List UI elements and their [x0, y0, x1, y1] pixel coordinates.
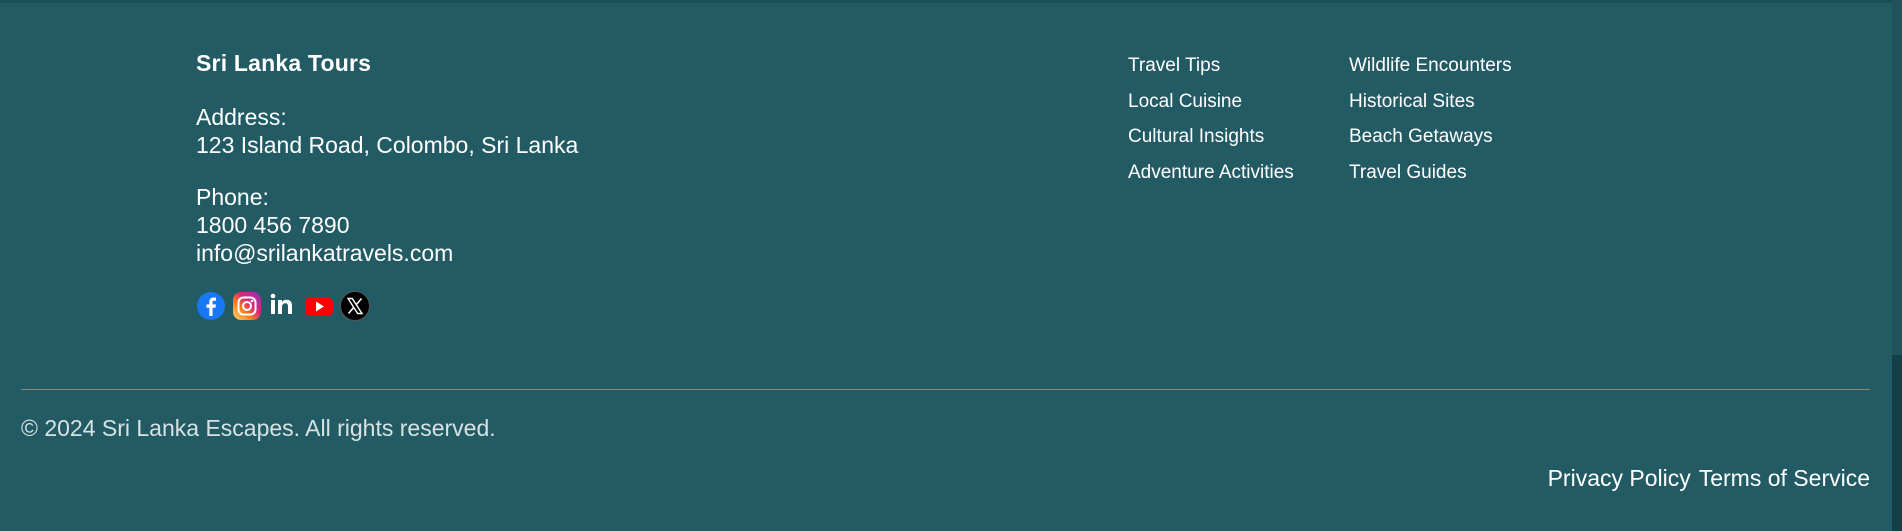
facebook-icon[interactable]: [196, 291, 226, 321]
link-historical-sites[interactable]: Historical Sites: [1349, 84, 1512, 120]
phone-value: 1800 456 7890: [196, 212, 350, 238]
link-wildlife-encounters[interactable]: Wildlife Encounters: [1349, 48, 1512, 84]
footer-links-column-1: Travel Tips Local Cuisine Cultural Insig…: [1128, 48, 1294, 190]
email-link[interactable]: info@srilankatravels.com: [196, 239, 453, 267]
scrollbar-thumb[interactable]: [1892, 355, 1902, 531]
footer-brand-title: Sri Lanka Tours: [196, 50, 372, 76]
link-travel-guides[interactable]: Travel Guides: [1349, 155, 1512, 191]
copyright-text: © 2024 Sri Lanka Escapes. All rights res…: [21, 415, 496, 441]
link-cultural-insights[interactable]: Cultural Insights: [1128, 119, 1294, 155]
top-edge-divider: [0, 0, 1902, 3]
address-block: Address: 123 Island Road, Colombo, Sri L…: [196, 103, 578, 159]
social-links: [196, 291, 370, 321]
address-label: Address:: [196, 104, 287, 130]
instagram-icon[interactable]: [232, 291, 262, 321]
link-beach-getaways[interactable]: Beach Getaways: [1349, 119, 1512, 155]
legal-links: Privacy Policy Terms of Service: [1548, 465, 1870, 492]
footer-divider: [21, 389, 1870, 390]
linkedin-icon[interactable]: [268, 291, 298, 321]
scrollbar-track[interactable]: [1892, 0, 1902, 531]
privacy-policy-link[interactable]: Privacy Policy: [1548, 465, 1691, 492]
link-local-cuisine[interactable]: Local Cuisine: [1128, 84, 1294, 120]
link-adventure-activities[interactable]: Adventure Activities: [1128, 155, 1294, 191]
x-icon[interactable]: [340, 291, 370, 321]
address-value: 123 Island Road, Colombo, Sri Lanka: [196, 132, 579, 158]
footer: Sri Lanka Tours Address: 123 Island Road…: [0, 0, 1902, 531]
terms-of-service-link[interactable]: Terms of Service: [1699, 465, 1870, 492]
footer-links-column-2: Wildlife Encounters Historical Sites Bea…: [1349, 48, 1512, 190]
phone-label: Phone:: [196, 184, 269, 210]
youtube-icon[interactable]: [304, 291, 334, 321]
contact-block: Phone: 1800 456 7890 info@srilankatravel…: [196, 183, 453, 267]
link-travel-tips[interactable]: Travel Tips: [1128, 48, 1294, 84]
